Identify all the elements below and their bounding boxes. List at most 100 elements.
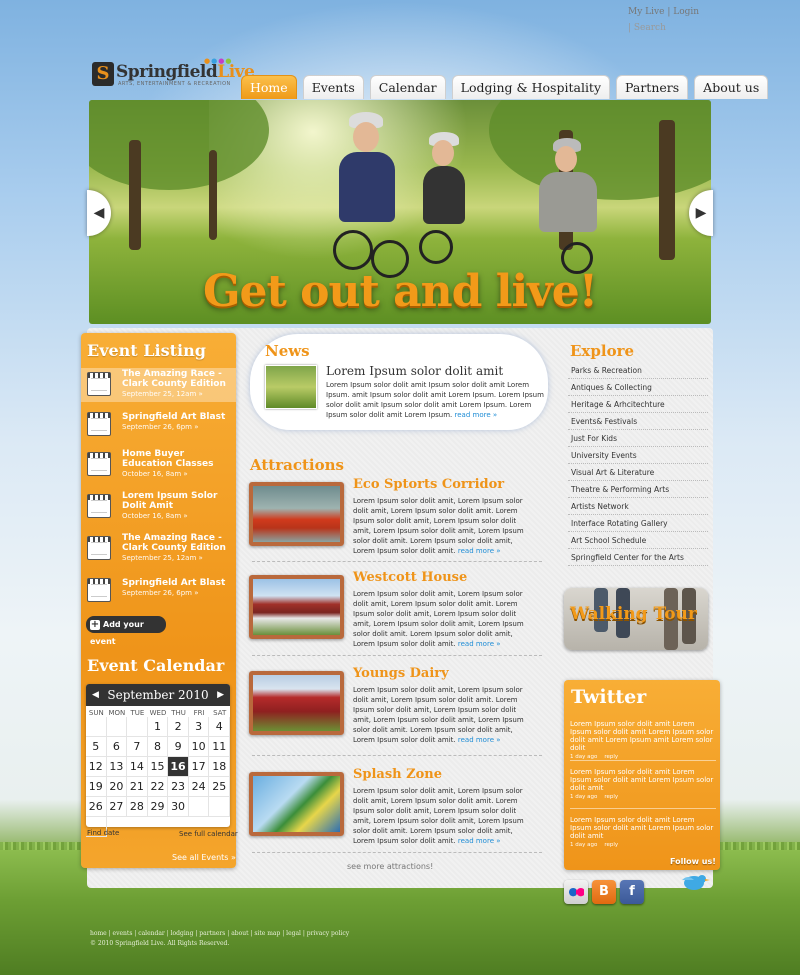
site-logo[interactable]: S SpringfieldLive ARTS, ENTERTAINMENT & … <box>92 57 255 90</box>
calendar-day[interactable]: 13 <box>106 757 128 777</box>
event-date: October 16, 8am » <box>122 470 188 478</box>
calendar-day[interactable]: 24 <box>188 777 210 797</box>
news-read-more-link[interactable]: read more » <box>455 411 498 419</box>
calendar-day[interactable]: 11 <box>209 737 230 757</box>
calendar-day[interactable]: 4 <box>209 717 230 737</box>
attractions-title: Attractions <box>250 456 344 474</box>
attraction-name[interactable]: Eco Sptorts Corridor <box>353 477 504 492</box>
facebook-icon[interactable]: f <box>620 880 644 904</box>
see-more-attractions-link[interactable]: see more attractions! <box>347 862 433 871</box>
nav-tab-partners[interactable]: Partners <box>616 75 689 99</box>
explore-item[interactable]: Heritage & Arhcitechture <box>568 396 708 413</box>
calendar-icon <box>87 452 111 476</box>
flickr-icon[interactable]: ●● <box>564 880 588 904</box>
calendar-day[interactable]: 18 <box>209 757 230 777</box>
calendar-day[interactable]: 8 <box>147 737 169 757</box>
nav-tab-lodging[interactable]: Lodging & Hospitality <box>451 75 611 99</box>
event-item[interactable]: Home Buyer Education Classes October 16,… <box>81 448 236 482</box>
explore-item[interactable]: University Events <box>568 447 708 464</box>
news-image[interactable] <box>265 365 317 409</box>
explore-item[interactable]: Art School Schedule <box>568 532 708 549</box>
attraction-read-more-link[interactable]: read more » <box>458 640 501 648</box>
calendar-day[interactable]: 29 <box>147 797 169 817</box>
attraction-body: Lorem Ipsum solor dolit amit, Lorem Ipsu… <box>353 786 533 846</box>
calendar-day[interactable]: 22 <box>147 777 169 797</box>
event-item[interactable]: The Amazing Race - Clark County Edition … <box>81 368 236 402</box>
explore-item[interactable]: Visual Art & Literature <box>568 464 708 481</box>
attraction-body: Lorem Ipsum solor dolit amit, Lorem Ipsu… <box>353 589 533 649</box>
event-item[interactable]: Springfield Art Blast September 26, 6pm … <box>81 574 236 608</box>
calendar-prev-icon[interactable]: ◀ <box>92 684 99 706</box>
tweet-reply-link[interactable]: reply <box>604 794 618 800</box>
calendar-empty-cell <box>86 717 107 737</box>
explore-item[interactable]: Events& Festivals <box>568 413 708 430</box>
calendar-day[interactable]: 5 <box>86 737 107 757</box>
calendar-day[interactable]: 26 <box>86 797 107 817</box>
calendar-day[interactable]: 27 <box>106 797 128 817</box>
explore-item[interactable]: Interface Rotating Gallery <box>568 515 708 532</box>
nav-tab-calendar[interactable]: Calendar <box>369 75 446 99</box>
event-title: Springfield Art Blast <box>122 412 226 422</box>
calendar-day[interactable]: 21 <box>127 777 148 797</box>
flickr-glyph: ●● <box>568 885 585 898</box>
calendar-day[interactable]: 16 <box>168 757 189 777</box>
news-headline[interactable]: Lorem Ipsum solor dolit amit <box>326 364 503 378</box>
calendar-day[interactable]: 20 <box>106 777 128 797</box>
explore-item[interactable]: Theatre & Performing Arts <box>568 481 708 498</box>
calendar-day[interactable]: 14 <box>127 757 148 777</box>
explore-item[interactable]: Just For Kids <box>568 430 708 447</box>
footer-links[interactable]: home | events | calendar | lodging | par… <box>90 929 349 939</box>
calendar-day[interactable]: 30 <box>168 797 189 817</box>
calendar-day[interactable]: 12 <box>86 757 107 777</box>
add-event-button[interactable]: + Add your event <box>86 616 166 646</box>
calendar-day[interactable]: 1 <box>147 717 169 737</box>
see-all-events-link[interactable]: See all Events » <box>172 853 236 862</box>
attraction-read-more-link[interactable]: read more » <box>458 547 501 555</box>
explore-item[interactable]: Antiques & Collecting <box>568 379 708 396</box>
login-link[interactable]: Login <box>673 7 699 17</box>
calendar-day[interactable]: 23 <box>168 777 189 797</box>
calendar-day[interactable]: 6 <box>106 737 128 757</box>
see-full-calendar-link[interactable]: See full calendar <box>179 830 238 838</box>
attraction-image[interactable] <box>249 482 344 546</box>
nav-tab-events[interactable]: Events <box>302 75 364 99</box>
event-item[interactable]: Springfield Art Blast September 26, 6pm … <box>81 408 236 442</box>
calendar-weekdays: SUN MON TUE WED THU FRI SAT <box>86 709 230 717</box>
calendar-day[interactable]: 10 <box>188 737 210 757</box>
event-item[interactable]: The Amazing Race - Clark County Edition … <box>81 532 236 566</box>
attraction-image[interactable] <box>249 772 344 836</box>
search-link[interactable]: | Search <box>628 23 666 33</box>
attraction-name[interactable]: Westcott House <box>353 570 467 585</box>
blogger-icon[interactable]: B <box>592 880 616 904</box>
event-item[interactable]: Lorem Ipsum Solor Dolit Amit October 16,… <box>81 490 236 524</box>
event-date: September 25, 12am » <box>122 390 203 398</box>
walking-tour-banner[interactable]: Walking Tour <box>564 588 708 650</box>
calendar-day[interactable]: 3 <box>188 717 210 737</box>
calendar-day[interactable]: 25 <box>209 777 230 797</box>
explore-item[interactable]: Springfield Center for the Arts <box>568 549 708 566</box>
calendar-day[interactable]: 2 <box>168 717 189 737</box>
hero-tree-trunk <box>209 150 217 240</box>
twitter-bird-icon[interactable] <box>678 872 710 892</box>
calendar-day[interactable]: 7 <box>127 737 148 757</box>
my-live-link[interactable]: My Live <box>628 7 664 17</box>
calendar-day[interactable]: 15 <box>147 757 169 777</box>
nav-tab-about[interactable]: About us <box>694 75 769 99</box>
calendar-next-icon[interactable]: ▶ <box>217 684 224 706</box>
find-date-link[interactable]: Find date <box>87 829 119 837</box>
attraction-name[interactable]: Youngs Dairy <box>353 666 449 681</box>
calendar-day[interactable]: 17 <box>188 757 210 777</box>
explore-item[interactable]: Artists Network <box>568 498 708 515</box>
attraction-image[interactable] <box>249 575 344 639</box>
calendar-day[interactable]: 9 <box>168 737 189 757</box>
calendar-day[interactable]: 28 <box>127 797 148 817</box>
tweet-reply-link[interactable]: reply <box>604 842 618 848</box>
calendar-day[interactable]: 19 <box>86 777 107 797</box>
attraction-body: Lorem Ipsum solor dolit amit, Lorem Ipsu… <box>353 685 533 745</box>
attraction-read-more-link[interactable]: read more » <box>458 837 501 845</box>
attraction-read-more-link[interactable]: read more » <box>458 736 501 744</box>
explore-item[interactable]: Parks & Recreation <box>568 362 708 379</box>
nav-tab-home[interactable]: Home <box>241 75 297 99</box>
attraction-image[interactable] <box>249 671 344 735</box>
attraction-name[interactable]: Splash Zone <box>353 767 442 782</box>
